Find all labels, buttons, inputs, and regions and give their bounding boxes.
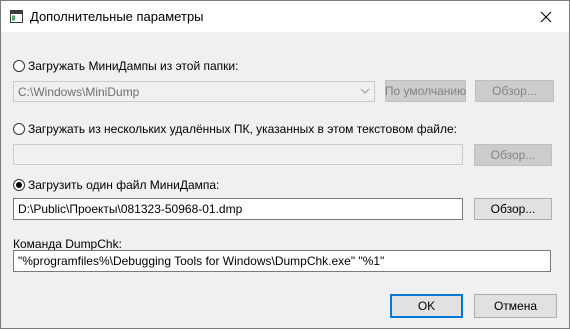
remote-list-file-field[interactable] — [13, 144, 463, 165]
dialog-window: Дополнительные параметры Загружать МиниД… — [0, 0, 570, 329]
radio-circle-single[interactable] — [13, 179, 25, 191]
cancel-button[interactable]: Отмена — [474, 294, 557, 318]
window-title: Дополнительные параметры — [30, 9, 204, 24]
radio-label-remote: Загружать из нескольких удалённых ПК, ук… — [28, 122, 457, 136]
browse-folder-button[interactable]: Обзор... — [475, 80, 554, 102]
radio-load-from-remote-pcs[interactable]: Загружать из нескольких удалённых ПК, ук… — [13, 122, 457, 136]
radio-label-folder: Загружать МиниДампы из этой папки: — [28, 59, 239, 73]
folder-path-value: C:\Windows\MiniDump — [18, 85, 140, 99]
default-folder-button[interactable]: По умолчанию — [385, 80, 466, 102]
dumpchk-command-field[interactable]: "%programfiles%\Debugging Tools for Wind… — [13, 250, 551, 272]
ok-button[interactable]: OK — [390, 294, 463, 318]
browse-file-button[interactable]: Обзор... — [474, 198, 552, 220]
dumpchk-command-value: "%programfiles%\Debugging Tools for Wind… — [18, 254, 385, 268]
radio-circle-remote[interactable] — [13, 123, 25, 135]
close-icon — [540, 11, 552, 22]
radio-circle-folder[interactable] — [13, 60, 25, 72]
radio-load-single-file[interactable]: Загрузить один файл МиниДампа: — [13, 178, 219, 192]
close-button[interactable] — [523, 1, 569, 32]
dumpchk-label: Команда DumpChk: — [13, 237, 122, 251]
chevron-down-icon[interactable] — [360, 87, 370, 95]
radio-selected-dot — [16, 182, 22, 188]
minidump-file-field[interactable]: D:\Public\Проекты\081323-50968-01.dmp — [13, 198, 463, 220]
radio-load-from-folder[interactable]: Загружать МиниДампы из этой папки: — [13, 59, 238, 73]
folder-path-combobox[interactable]: C:\Windows\MiniDump — [13, 81, 375, 102]
radio-label-single: Загрузить один файл МиниДампа: — [28, 178, 220, 192]
minidump-file-value: D:\Public\Проекты\081323-50968-01.dmp — [18, 202, 243, 216]
window-icon — [10, 10, 23, 23]
title-bar[interactable]: Дополнительные параметры — [1, 1, 569, 32]
browse-remote-button[interactable]: Обзор... — [474, 144, 552, 166]
